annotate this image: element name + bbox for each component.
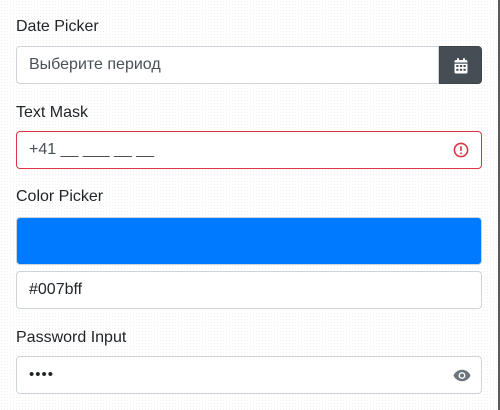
- date-picker-input[interactable]: Выберите период: [16, 46, 439, 84]
- text-mask-input[interactable]: +41 __ ___ __ __: [16, 131, 482, 169]
- color-hex-input[interactable]: #007bff: [16, 271, 482, 309]
- password-label: Password Input: [16, 329, 127, 346]
- date-picker-label: Date Picker: [16, 18, 99, 35]
- color-hex-value: #007bff: [29, 281, 83, 298]
- password-value: ••••: [29, 366, 55, 383]
- text-mask-value: +41 __ ___ __ __: [29, 141, 155, 158]
- date-picker-placeholder: Выберите период: [29, 56, 161, 73]
- password-input[interactable]: ••••: [16, 356, 482, 394]
- calendar-icon: [454, 58, 468, 74]
- color-swatch[interactable]: [16, 217, 482, 265]
- eye-icon[interactable]: [453, 369, 471, 382]
- text-mask-label: Text Mask: [16, 104, 89, 121]
- color-picker-label: Color Picker: [16, 188, 104, 205]
- date-picker-button[interactable]: [439, 46, 482, 84]
- warning-circle-icon: [453, 142, 469, 158]
